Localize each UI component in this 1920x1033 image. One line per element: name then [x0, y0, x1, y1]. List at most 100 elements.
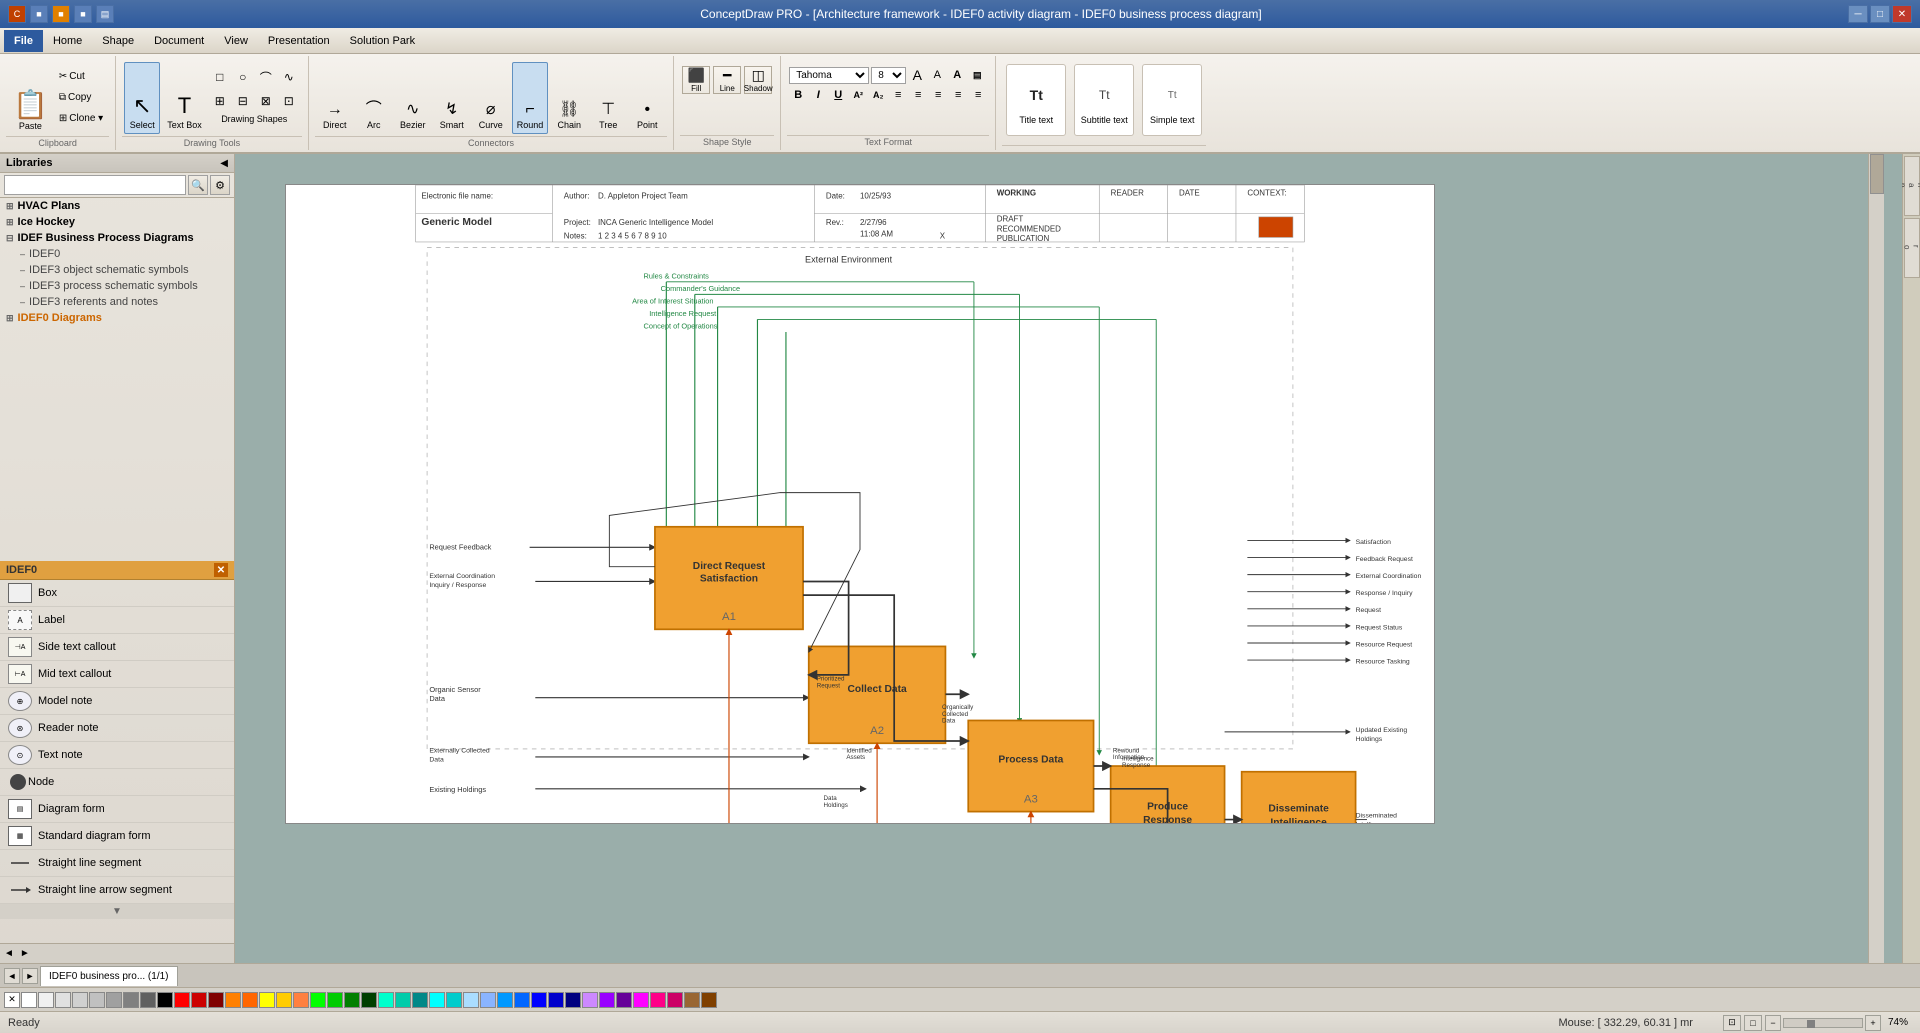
sidebar-collapse-icon[interactable]: ◀ [220, 158, 228, 169]
shadow-button[interactable]: ◫ Shadow [744, 66, 772, 94]
font-decrease-btn[interactable]: A [928, 66, 946, 84]
color-black[interactable] [157, 992, 173, 1008]
align-distribute-btn[interactable]: ≡ [969, 86, 987, 104]
dt-ellipse-btn[interactable]: ○ [232, 66, 254, 88]
color-blue7[interactable] [565, 992, 581, 1008]
zoom-in-btn[interactable]: + [1865, 1015, 1881, 1031]
menu-home[interactable]: Home [43, 30, 92, 52]
shape-item-side-callout[interactable]: ⊣A Side text callout [0, 634, 234, 661]
align-left-btn[interactable]: ≡ [889, 86, 907, 104]
vertical-scrollbar[interactable] [1868, 154, 1884, 963]
shape-item-mid-callout[interactable]: ⊢A Mid text callout [0, 661, 234, 688]
shape-item-straight-line[interactable]: Straight line segment [0, 850, 234, 877]
shape-item-text-note[interactable]: ⊙ Text note [0, 742, 234, 769]
tab-nav-next[interactable]: ► [22, 968, 38, 984]
close-button[interactable]: ✕ [1892, 5, 1912, 23]
sidebar-scroll-down[interactable]: ▼ [0, 904, 234, 919]
copy-button[interactable]: ⧉ Copy [55, 87, 107, 107]
connector-smart-button[interactable]: ↯ Smart [434, 62, 470, 134]
color-cyan2[interactable] [446, 992, 462, 1008]
menu-view[interactable]: View [214, 30, 258, 52]
sidebar-item-idef3-referents[interactable]: – IDEF3 referents and notes [0, 294, 234, 310]
color-brown2[interactable] [701, 992, 717, 1008]
color-teal3[interactable] [412, 992, 428, 1008]
color-gray1[interactable] [72, 992, 88, 1008]
color-teal2[interactable] [395, 992, 411, 1008]
sidebar-item-idef0-diagrams[interactable]: ⊞ IDEF0 Diagrams [0, 310, 234, 326]
right-panel-btn-1[interactable]: Shape [1904, 156, 1920, 216]
clone-button[interactable]: ⊞ Clone ▾ [55, 108, 107, 128]
font-options-btn[interactable]: ▤ [968, 66, 986, 84]
fill-button[interactable]: ⬛ Fill [682, 66, 710, 94]
color-gray3[interactable] [106, 992, 122, 1008]
sidebar-scroll-left[interactable]: ◄ [2, 946, 16, 961]
cut-button[interactable]: ✂ Cut [55, 66, 107, 86]
color-light2[interactable] [55, 992, 71, 1008]
title-text-style-button[interactable]: Tt Title text [1006, 64, 1066, 136]
font-increase-btn[interactable]: A [908, 66, 926, 84]
color-orange2[interactable] [242, 992, 258, 1008]
italic-btn[interactable]: I [809, 86, 827, 104]
tab-nav-prev[interactable]: ◄ [4, 968, 20, 984]
shape-item-arrow-segment[interactable]: Straight line arrow segment [0, 877, 234, 904]
sidebar-item-hvac[interactable]: ⊞ HVAC Plans [0, 198, 234, 214]
shape-item-node[interactable]: Node [0, 769, 234, 796]
zoom-page-btn[interactable]: □ [1744, 1015, 1762, 1031]
zoom-out-btn[interactable]: − [1765, 1015, 1781, 1031]
color-blue5[interactable] [531, 992, 547, 1008]
color-green3[interactable] [344, 992, 360, 1008]
paste-button[interactable]: 📋 Paste [8, 62, 53, 134]
color-white[interactable] [21, 992, 37, 1008]
color-teal1[interactable] [378, 992, 394, 1008]
idef0-panel-close[interactable]: ✕ [214, 563, 228, 577]
color-orange1[interactable] [225, 992, 241, 1008]
library-search-input[interactable] [4, 175, 186, 195]
shape-item-std-diagram-form[interactable]: ▦ Standard diagram form [0, 823, 234, 850]
settings-button[interactable]: ⚙ [210, 175, 230, 195]
connector-direct-button[interactable]: → Direct [317, 62, 353, 134]
color-red1[interactable] [174, 992, 190, 1008]
dt-bezier-btn[interactable]: ∿ [278, 66, 300, 88]
minimize-button[interactable]: ─ [1848, 5, 1868, 23]
sidebar-item-ice-hockey[interactable]: ⊞ Ice Hockey [0, 214, 234, 230]
subtitle-text-style-button[interactable]: Tt Subtitle text [1074, 64, 1134, 136]
color-blue4[interactable] [514, 992, 530, 1008]
shape-item-model-note[interactable]: ⊕ Model note [0, 688, 234, 715]
tab-idef0-business[interactable]: IDEF0 business pro... (1/1) [40, 966, 178, 986]
font-family-select[interactable]: Tahoma [789, 67, 869, 84]
sidebar-scroll-right[interactable]: ► [18, 946, 32, 961]
color-green4[interactable] [361, 992, 377, 1008]
sidebar-item-idef3-object[interactable]: – IDEF3 object schematic symbols [0, 262, 234, 278]
color-blue2[interactable] [480, 992, 496, 1008]
color-blue1[interactable] [463, 992, 479, 1008]
shape-item-reader-note[interactable]: ⊛ Reader note [0, 715, 234, 742]
shape-item-label[interactable]: A Label [0, 607, 234, 634]
color-pink2[interactable] [650, 992, 666, 1008]
connector-curve-button[interactable]: ⌀ Curve [473, 62, 509, 134]
dt-shape3-btn[interactable]: ⊠ [255, 90, 277, 112]
line-style-button[interactable]: ━ Line [713, 66, 741, 94]
zoom-fit-btn[interactable]: ⊡ [1723, 1015, 1741, 1031]
menu-presentation[interactable]: Presentation [258, 30, 340, 52]
color-red3[interactable] [208, 992, 224, 1008]
color-gray2[interactable] [89, 992, 105, 1008]
color-cyan1[interactable] [429, 992, 445, 1008]
dt-arc-btn[interactable]: ⌒ [255, 66, 277, 88]
connector-tree-button[interactable]: ⊤ Tree [590, 62, 626, 134]
color-blue6[interactable] [548, 992, 564, 1008]
canvas-area[interactable]: Electronic file name: Author: D. Appleto… [235, 154, 1902, 963]
color-gray4[interactable] [123, 992, 139, 1008]
shape-item-diagram-form[interactable]: ▤ Diagram form [0, 796, 234, 823]
color-brown1[interactable] [684, 992, 700, 1008]
underline-btn[interactable]: U [829, 86, 847, 104]
align-center-btn[interactable]: ≡ [909, 86, 927, 104]
color-yellow1[interactable] [259, 992, 275, 1008]
menu-solution-park[interactable]: Solution Park [340, 30, 425, 52]
color-purple3[interactable] [616, 992, 632, 1008]
bold-btn[interactable]: B [789, 86, 807, 104]
textbox-button[interactable]: T Text Box [162, 62, 207, 134]
dt-rect-btn[interactable]: □ [209, 66, 231, 88]
sidebar-item-idef3-process[interactable]: – IDEF3 process schematic symbols [0, 278, 234, 294]
v-scroll-thumb[interactable] [1870, 154, 1884, 194]
maximize-button[interactable]: □ [1870, 5, 1890, 23]
